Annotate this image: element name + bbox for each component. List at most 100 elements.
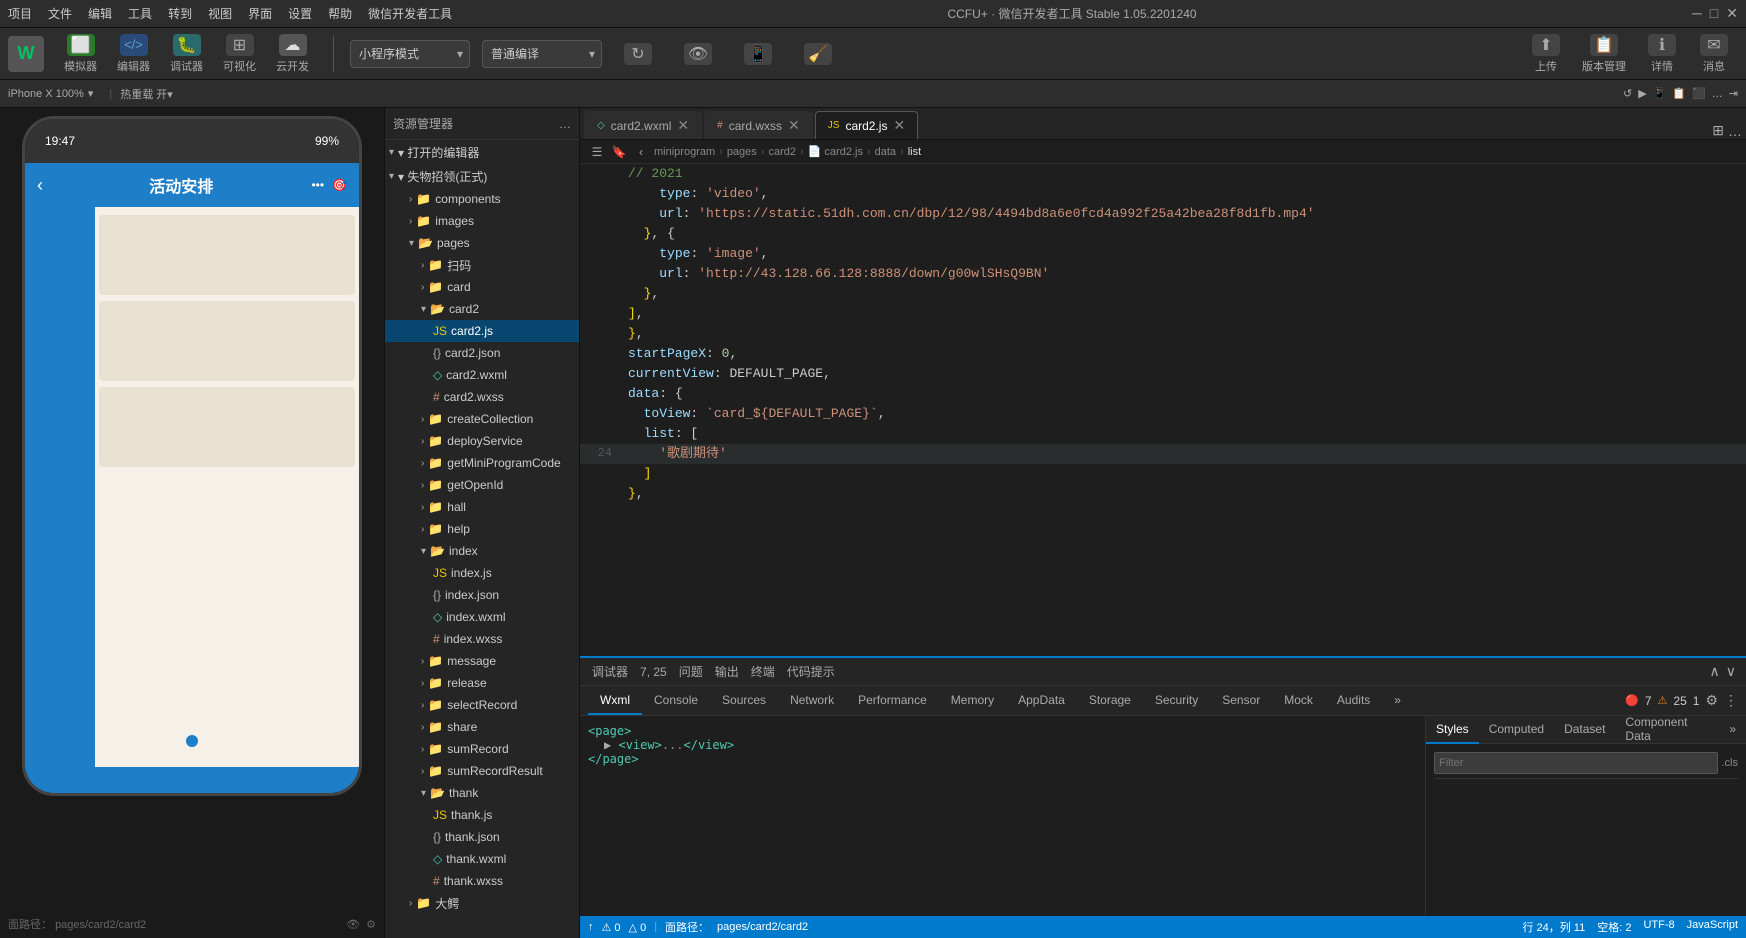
- filter-cls-label[interactable]: .cls: [1722, 757, 1739, 769]
- rotate-icon[interactable]: ↺: [1623, 87, 1632, 100]
- menu-item-edit[interactable]: 编辑: [88, 5, 112, 22]
- devtools-tab-sensor[interactable]: Sensor: [1210, 687, 1272, 715]
- phone-menu-icon[interactable]: •••: [311, 178, 324, 192]
- devtools-tab-security[interactable]: Security: [1143, 687, 1210, 715]
- folder-getminiprogramcode[interactable]: 📁 getMiniProgramCode: [385, 452, 579, 474]
- mode-dropdown[interactable]: 小程序模式: [350, 40, 470, 68]
- section-lost[interactable]: ▾ 失物招领(正式): [385, 164, 579, 188]
- play-icon[interactable]: ▶: [1638, 87, 1646, 100]
- breadcrumb-data[interactable]: data: [875, 146, 896, 158]
- devtools-tab-wxml[interactable]: Wxml: [588, 687, 642, 715]
- file-thank-json[interactable]: {} thank.json: [385, 826, 579, 848]
- devtools-tab-terminal[interactable]: 终端: [747, 663, 779, 680]
- minimize-button[interactable]: ─: [1692, 5, 1702, 22]
- phone-back-button[interactable]: ‹: [37, 175, 43, 196]
- realdevice-button[interactable]: 📱: [734, 39, 782, 69]
- devtools-tab-more-right[interactable]: »: [1719, 716, 1746, 744]
- filetree-new-file-icon[interactable]: …: [559, 117, 571, 131]
- breadcrumb-file[interactable]: 📄 card2.js: [808, 145, 863, 158]
- close-tab-card-wxss[interactable]: ✕: [788, 117, 800, 134]
- phone-scale-dropdown[interactable]: ▾: [88, 87, 94, 100]
- folder-hall[interactable]: 📁 hall: [385, 496, 579, 518]
- refresh-button[interactable]: ↻: [614, 39, 662, 69]
- devtools-collapse-down[interactable]: ∨: [1724, 663, 1738, 680]
- devtools-tab-styles[interactable]: Styles: [1426, 716, 1479, 744]
- folder-card2[interactable]: 📂 card2: [385, 298, 579, 320]
- close-button[interactable]: ✕: [1726, 5, 1738, 22]
- breadcrumb-miniprogram[interactable]: miniprogram: [654, 146, 715, 158]
- folder-sumrecord[interactable]: 📁 sumRecord: [385, 738, 579, 760]
- file-index-wxml[interactable]: ◇ index.wxml: [385, 606, 579, 628]
- file-thank-wxss[interactable]: # thank.wxss: [385, 870, 579, 892]
- devtools-tab-storage[interactable]: Storage: [1077, 687, 1143, 715]
- file-index-json[interactable]: {} index.json: [385, 584, 579, 606]
- folder-thank[interactable]: 📂 thank: [385, 782, 579, 804]
- file-index-wxss[interactable]: # index.wxss: [385, 628, 579, 650]
- file-card2-json[interactable]: {} card2.json: [385, 342, 579, 364]
- devtools-settings-icon[interactable]: ⚙: [1705, 692, 1718, 709]
- fold-all-icon[interactable]: ☰: [588, 143, 606, 161]
- close-tab-card2-wxml[interactable]: ✕: [677, 117, 689, 134]
- folder-createcollection[interactable]: 📁 createCollection: [385, 408, 579, 430]
- devtools-tab-mock[interactable]: Mock: [1272, 687, 1325, 715]
- devtools-tab-performance[interactable]: Performance: [846, 687, 939, 715]
- menu-item-settings[interactable]: 设置: [288, 5, 312, 22]
- folder-help[interactable]: 📁 help: [385, 518, 579, 540]
- devtools-more-icon[interactable]: ⋮: [1724, 692, 1738, 709]
- folder-getopenid[interactable]: 📁 getOpenId: [385, 474, 579, 496]
- visual-button[interactable]: ⊞ 可视化: [215, 30, 264, 78]
- more-tabs-icon[interactable]: …: [1728, 123, 1742, 139]
- file-thank-js[interactable]: JS thank.js: [385, 804, 579, 826]
- folder-bigarea[interactable]: 📁 大鳄: [385, 892, 579, 914]
- breadcrumb-pages[interactable]: pages: [727, 146, 757, 158]
- devtools-tab-componentdata[interactable]: Component Data: [1615, 716, 1719, 744]
- file-index-js[interactable]: JS index.js: [385, 562, 579, 584]
- folder-index[interactable]: 📂 index: [385, 540, 579, 562]
- folder-sumrecordresult[interactable]: 📁 sumRecordResult: [385, 760, 579, 782]
- folder-pages[interactable]: 📂 pages: [385, 232, 579, 254]
- menu-item-help[interactable]: 帮助: [328, 5, 352, 22]
- devtools-tab-computed[interactable]: Computed: [1479, 716, 1554, 744]
- more-icon[interactable]: …: [1712, 88, 1723, 100]
- eye-icon[interactable]: 👁: [346, 918, 360, 931]
- code-editor[interactable]: // 2021 type: 'video', url: 'https://sta…: [580, 164, 1746, 656]
- screenshot-icon[interactable]: 📋: [1672, 87, 1686, 100]
- devtools-tab-issues[interactable]: 问题: [675, 663, 707, 680]
- settings-footer-icon[interactable]: ⚙: [366, 918, 376, 931]
- clean-button[interactable]: 🧹: [794, 39, 842, 69]
- close-tab-card2-js[interactable]: ✕: [893, 117, 905, 134]
- section-open-editors[interactable]: ▾ 打开的编辑器: [385, 140, 579, 164]
- file-thank-wxml[interactable]: ◇ thank.wxml: [385, 848, 579, 870]
- menu-item-file[interactable]: 文件: [48, 5, 72, 22]
- devtools-tab-appdata[interactable]: AppData: [1006, 687, 1077, 715]
- devtools-tab-audits[interactable]: Audits: [1325, 687, 1382, 715]
- menu-item-project[interactable]: 项目: [8, 5, 32, 22]
- fullscreen-icon[interactable]: ⬛: [1692, 87, 1706, 100]
- maximize-button[interactable]: □: [1710, 5, 1718, 22]
- devtools-tab-more[interactable]: »: [1382, 687, 1413, 715]
- devtools-tab-network[interactable]: Network: [778, 687, 846, 715]
- file-card2-js[interactable]: JS card2.js: [385, 320, 579, 342]
- hotreload-toggle[interactable]: 热重载 开▾: [120, 86, 173, 102]
- tab-card-wxss[interactable]: # card.wxss ✕: [704, 111, 813, 139]
- breadcrumb-card2[interactable]: card2: [768, 146, 796, 158]
- devtools-tab-output[interactable]: 输出: [711, 663, 743, 680]
- devtools-collapse-up[interactable]: ∧: [1708, 663, 1722, 680]
- filter-input[interactable]: [1434, 752, 1718, 774]
- devtools-tab-memory[interactable]: Memory: [939, 687, 1006, 715]
- version-manager-button[interactable]: 📋 版本管理: [1574, 30, 1634, 78]
- folder-components[interactable]: 📁 components: [385, 188, 579, 210]
- expand-icon[interactable]: ⇥: [1729, 87, 1738, 100]
- split-editor-icon[interactable]: ⊞: [1712, 122, 1724, 139]
- menu-item-interface[interactable]: 界面: [248, 5, 272, 22]
- phone-icon[interactable]: 📱: [1653, 87, 1667, 100]
- menu-item-tools[interactable]: 工具: [128, 5, 152, 22]
- tab-card2-wxml[interactable]: ◇ card2.wxml ✕: [584, 111, 702, 139]
- file-card2-wxml[interactable]: ◇ card2.wxml: [385, 364, 579, 386]
- devtools-tab-dataset[interactable]: Dataset: [1554, 716, 1615, 744]
- devtools-tab-console[interactable]: Console: [642, 687, 710, 715]
- simulator-button[interactable]: ⬜ 模拟器: [56, 30, 105, 78]
- back-nav-icon[interactable]: ‹: [632, 143, 650, 161]
- tab-card2-js[interactable]: JS card2.js ✕: [815, 111, 918, 139]
- folder-deployservice[interactable]: 📁 deployService: [385, 430, 579, 452]
